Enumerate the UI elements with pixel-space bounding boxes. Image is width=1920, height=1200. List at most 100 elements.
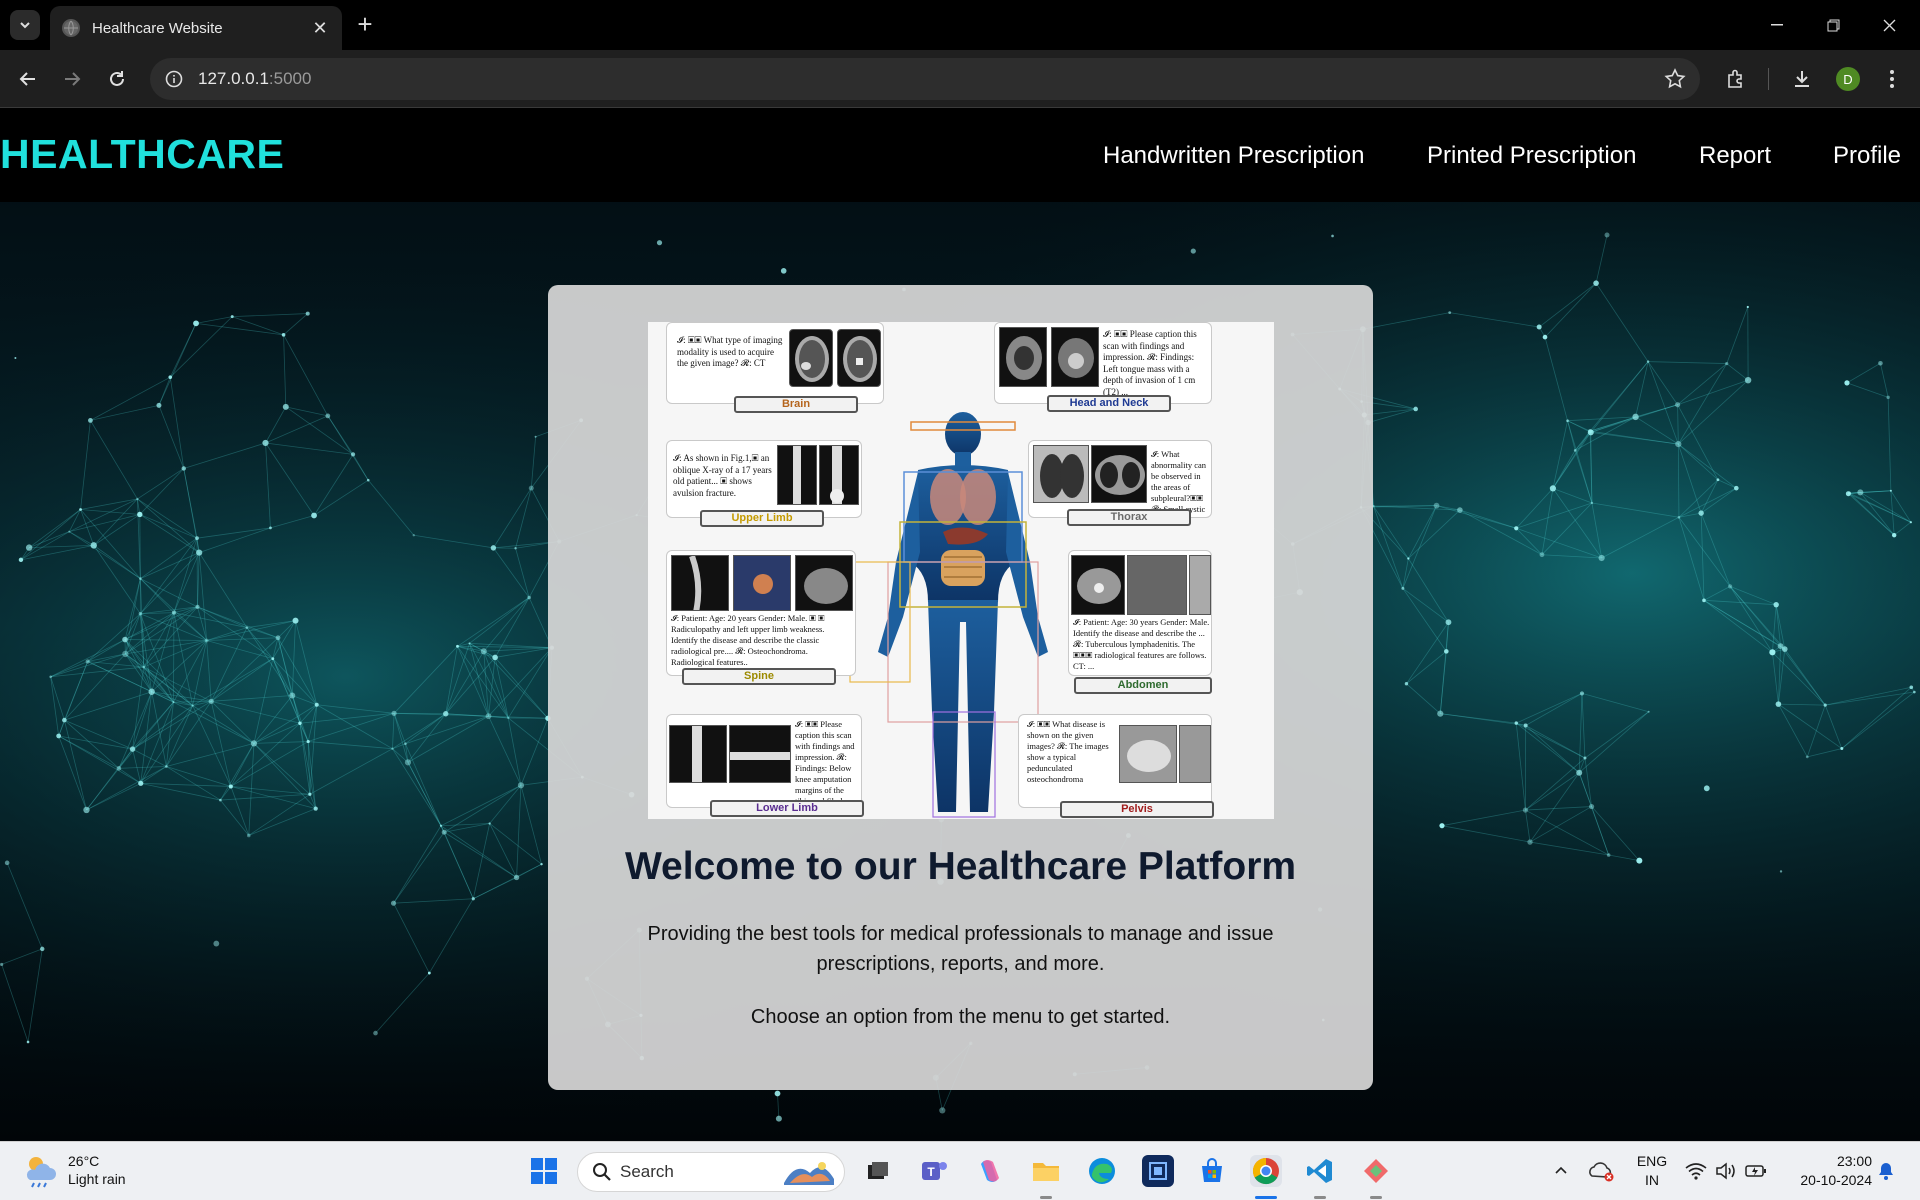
label-head-neck: Head and Neck <box>1047 395 1171 412</box>
panel-upper-limb: 𝓘: As shown in Fig.1,▣ an oblique X-ray … <box>666 440 862 518</box>
nav-report[interactable]: Report <box>1699 142 1771 170</box>
weather-widget[interactable]: 26°C Light rain <box>22 1152 126 1188</box>
brain-ct-image <box>789 329 833 387</box>
url-text: 127.0.0.1:5000 <box>198 69 312 88</box>
back-icon[interactable] <box>12 63 44 95</box>
site-brand[interactable]: HEALTHCARE <box>0 131 284 178</box>
label-brain: Brain <box>734 396 858 413</box>
chrome-icon[interactable] <box>1250 1155 1282 1187</box>
tray-chevron-icon[interactable] <box>1548 1157 1574 1183</box>
copilot-icon[interactable] <box>974 1155 1006 1187</box>
panel-lower-limb: 𝓘: ▣▣ Please caption this scan with find… <box>666 714 862 817</box>
panel-thorax: 𝓘: What abnormality can be observed in t… <box>1028 440 1212 525</box>
battery-icon[interactable] <box>1742 1157 1770 1185</box>
head-neck-scan-2 <box>1051 327 1099 387</box>
forward-icon[interactable] <box>56 63 88 95</box>
input-language[interactable]: ENG IN <box>1634 1152 1670 1190</box>
close-icon[interactable]: ✕ <box>310 18 330 38</box>
app-icon[interactable] <box>1142 1155 1174 1187</box>
menu-icon[interactable] <box>1876 63 1908 95</box>
spine-mri-2 <box>733 555 791 611</box>
toolbar-separator <box>1768 68 1769 90</box>
nav-profile[interactable]: Profile <box>1833 142 1901 170</box>
minimize-icon[interactable] <box>1750 0 1804 50</box>
label-spine: Spine <box>682 668 836 685</box>
task-view-icon[interactable] <box>862 1155 894 1187</box>
clock-time: 23:00 <box>1836 1153 1872 1169</box>
plus-icon[interactable]: + <box>352 11 378 38</box>
design-app-icon[interactable] <box>1360 1155 1392 1187</box>
label-upper-limb: Upper Limb <box>700 510 824 527</box>
thorax-ct <box>1091 445 1147 503</box>
welcome-cta: Choose an option from the menu to get st… <box>750 1006 1171 1028</box>
reload-icon[interactable] <box>101 63 133 95</box>
taskbar-search-label: Search <box>620 1162 674 1181</box>
vscode-icon[interactable] <box>1304 1155 1336 1187</box>
profile-avatar[interactable]: D <box>1836 67 1860 91</box>
notification-bell-icon[interactable] <box>1872 1157 1900 1185</box>
onedrive-icon[interactable] <box>1586 1157 1616 1185</box>
edge-icon[interactable] <box>1086 1155 1118 1187</box>
welcome-description: Providing the best tools for medical pro… <box>647 923 1274 975</box>
panel-pelvis: 𝓘: ▣▣ What disease is shown on the given… <box>1018 714 1212 808</box>
windows-start-icon[interactable] <box>528 1155 560 1187</box>
chrome-active-indicator <box>1255 1196 1277 1199</box>
search-highlight-icon <box>784 1162 834 1185</box>
browser-toolbar: 127.0.0.1:5000 D <box>0 50 1920 108</box>
star-icon[interactable] <box>1664 68 1686 95</box>
panel-head-neck-text: 𝓘: ▣▣ Please caption this scan with find… <box>1103 329 1197 397</box>
panel-abdomen: 𝓘: Patient: Age: 30 years Gender: Male. … <box>1068 550 1212 676</box>
active-tab[interactable]: Healthcare Website ✕ <box>50 6 342 50</box>
weather-icon <box>26 1157 56 1188</box>
teams-icon[interactable]: T <box>918 1155 950 1187</box>
windows-taskbar: 26°C Light rain Search T ENG IN 23:00 20… <box>0 1141 1920 1200</box>
panel-pelvis-text: 𝓘: ▣▣ What disease is shown on the given… <box>1027 719 1109 784</box>
taskbar-search[interactable]: Search <box>577 1152 845 1192</box>
abdomen-ct-1 <box>1071 555 1125 615</box>
upper-limb-xray-1 <box>777 445 817 505</box>
pelvis-ct <box>1179 725 1211 783</box>
explorer-running-indicator <box>1040 1196 1052 1199</box>
pelvis-xray <box>1119 725 1177 783</box>
vscode-running-indicator <box>1314 1196 1326 1199</box>
upper-limb-xray-2 <box>819 445 859 505</box>
info-icon[interactable] <box>164 69 184 89</box>
label-thorax: Thorax <box>1067 509 1191 526</box>
welcome-title: Welcome to our Healthcare Platform <box>624 845 1297 888</box>
clock-date: 20-10-2024 <box>1800 1172 1872 1188</box>
label-abdomen: Abdomen <box>1074 677 1212 694</box>
spine-mri-1 <box>671 555 729 611</box>
store-icon[interactable] <box>1196 1155 1228 1187</box>
download-icon[interactable] <box>1786 63 1818 95</box>
tab-search-icon[interactable] <box>10 10 40 40</box>
globe-icon <box>62 19 80 37</box>
nav-handwritten-prescription[interactable]: Handwritten Prescription <box>1103 142 1364 170</box>
panel-spine-text: 𝓘: Patient: Age: 20 years Gender: Male. … <box>671 613 825 667</box>
brain-ct-image-2 <box>837 329 881 387</box>
thorax-xray <box>1033 445 1089 503</box>
panel-spine: 𝓘: Patient: Age: 20 years Gender: Male. … <box>666 550 856 676</box>
address-bar[interactable]: 127.0.0.1:5000 <box>150 58 1700 100</box>
tab-title: Healthcare Website <box>92 19 223 37</box>
search-icon <box>593 1163 611 1181</box>
site-navbar: HEALTHCARE Handwritten Prescription Prin… <box>0 109 1920 202</box>
extensions-icon[interactable] <box>1720 63 1752 95</box>
restore-icon[interactable] <box>1806 0 1860 50</box>
design-app-running-indicator <box>1370 1196 1382 1199</box>
clock[interactable]: 23:00 20-10-2024 <box>1780 1152 1872 1190</box>
head-neck-scan-1 <box>999 327 1047 387</box>
nav-printed-prescription[interactable]: Printed Prescription <box>1427 142 1636 170</box>
panel-abdomen-text: 𝓘: Patient: Age: 30 years Gender: Male. … <box>1073 617 1210 671</box>
panel-brain: 𝓘: ▣▣ What type of imaging modality is u… <box>666 322 884 404</box>
label-pelvis: Pelvis <box>1060 801 1214 818</box>
weather-temperature: 26°C <box>68 1153 100 1169</box>
close-window-icon[interactable] <box>1862 0 1916 50</box>
svg-text:T: T <box>927 1165 935 1179</box>
wifi-icon[interactable] <box>1682 1157 1710 1185</box>
volume-icon[interactable] <box>1712 1157 1740 1185</box>
abdomen-us-2 <box>1127 555 1187 615</box>
file-explorer-icon[interactable] <box>1030 1155 1062 1187</box>
abdomen-ct-3 <box>1189 555 1211 615</box>
panel-brain-text: 𝓘: ▣▣ What type of imaging modality is u… <box>677 335 783 368</box>
web-page: HEALTHCARE Handwritten Prescription Prin… <box>0 109 1920 1141</box>
